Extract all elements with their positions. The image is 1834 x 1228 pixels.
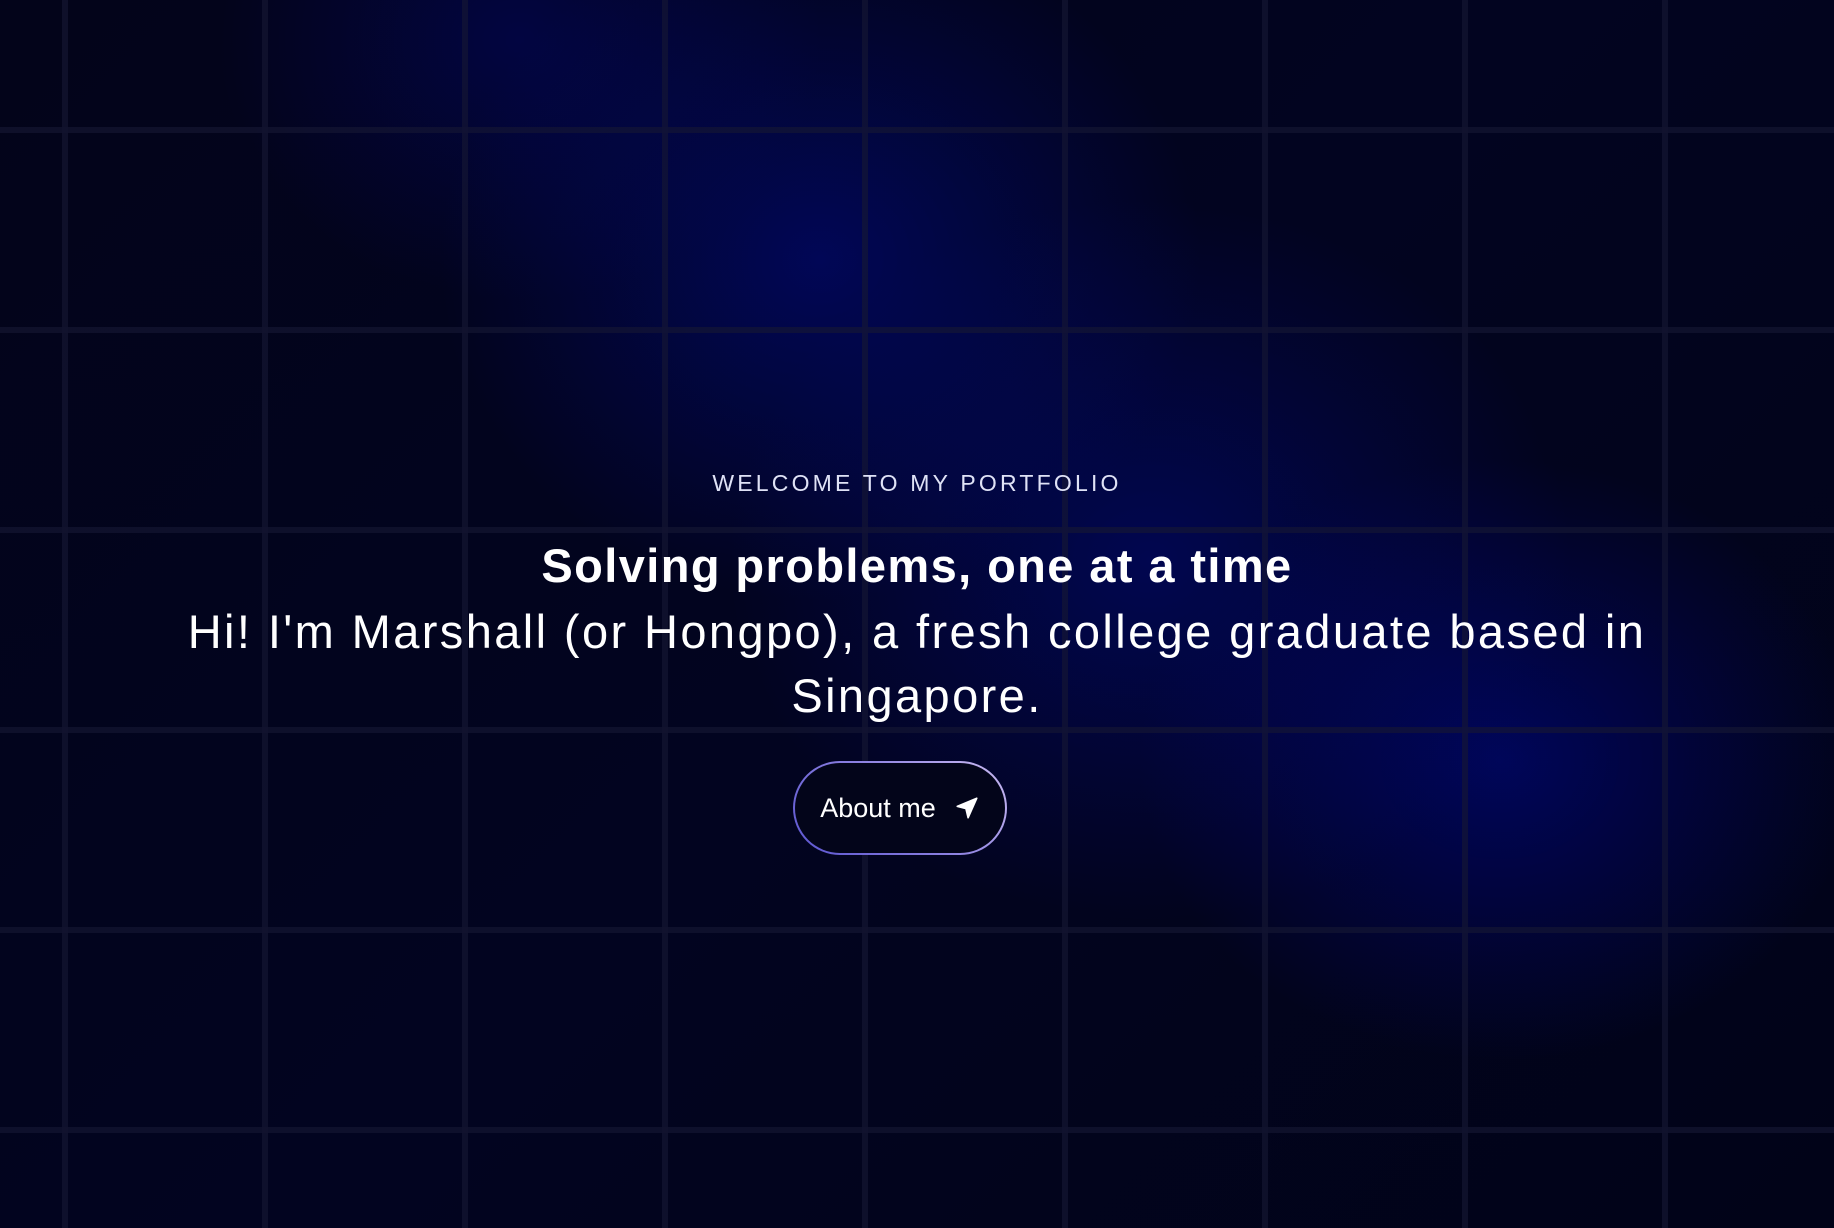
- hero-title: Solving problems, one at a time: [541, 539, 1293, 592]
- hero-subtitle: Hi! I'm Marshall (or Hongpo), a fresh co…: [187, 605, 1647, 722]
- about-me-button-body[interactable]: About me: [795, 763, 1005, 853]
- welcome-eyebrow: WELCOME TO MY PORTFOLIO: [712, 470, 1122, 496]
- about-me-button-label: About me: [820, 792, 936, 823]
- navigation-arrow-icon: [954, 795, 980, 821]
- about-me-button[interactable]: About me: [793, 761, 1007, 855]
